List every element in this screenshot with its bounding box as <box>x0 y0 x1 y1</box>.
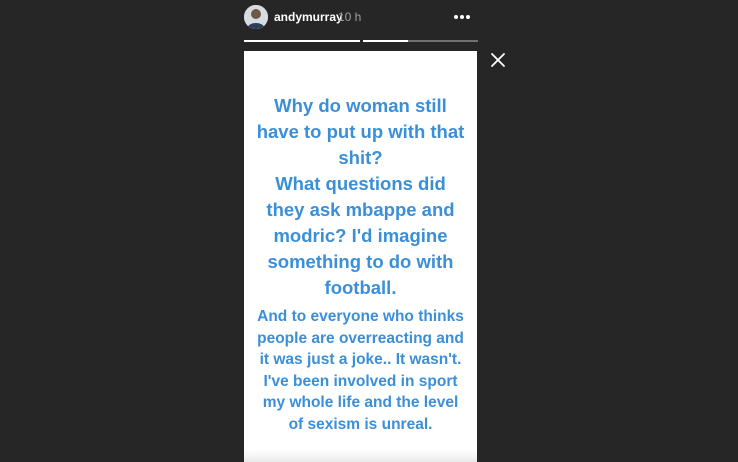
story-line: modric? I'd imagine <box>273 225 448 246</box>
story-card[interactable]: Why do woman still have to put up with t… <box>244 51 477 462</box>
story-line: I've been involved in sport <box>263 372 458 390</box>
story-line: it was just a joke.. It wasn't. <box>259 351 462 368</box>
story-line: What questions did <box>275 173 446 194</box>
story-line: have to put up with that <box>256 121 465 142</box>
story-line: football. <box>324 277 397 298</box>
story-line: Why do woman still <box>274 95 447 116</box>
timestamp: 10 h <box>338 10 362 24</box>
avatar-image <box>244 5 268 29</box>
close-icon[interactable] <box>489 51 507 69</box>
story-paragraph-2: And to everyone who thinks people are ov… <box>244 306 477 435</box>
progress-segment-2 <box>362 40 478 42</box>
story-viewer: andymurray 10 h Why do woman still have … <box>0 0 738 462</box>
story-line: people are overreacting and <box>257 329 464 347</box>
progress-segment-1 <box>244 40 360 42</box>
story-header: andymurray 10 h <box>244 5 478 29</box>
story-line: my whole life and the level <box>262 394 459 411</box>
story-line: shit? <box>338 147 383 168</box>
story-line: something to do with <box>267 251 454 272</box>
story-paragraph-1: Why do woman still have to put up with t… <box>244 93 477 301</box>
card-bottom-shade <box>244 450 477 462</box>
username[interactable]: andymurray <box>274 10 343 24</box>
avatar[interactable] <box>244 5 268 29</box>
story-progress-bar <box>244 40 478 42</box>
more-horizontal-icon[interactable] <box>452 8 472 26</box>
progress-fill-2 <box>362 40 408 42</box>
progress-fill-1 <box>244 40 360 42</box>
story-line: of sexism is unreal. <box>288 415 433 433</box>
story-line: they ask mbappe and <box>266 199 455 220</box>
story-line: And to everyone who thinks <box>257 308 464 325</box>
